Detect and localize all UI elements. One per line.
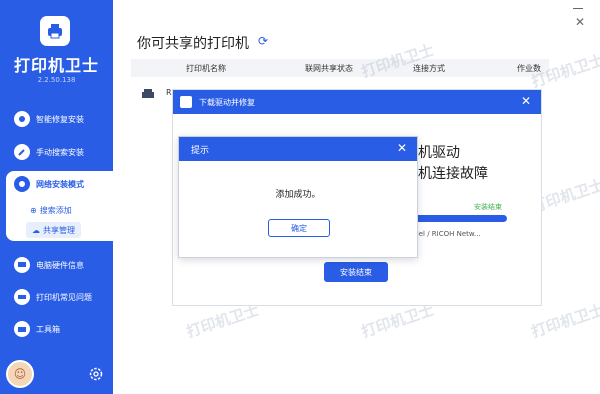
app-version: 2.2.50.138 (37, 76, 76, 84)
app-small-icon (180, 96, 192, 108)
progress-label: 安装结束 (474, 203, 502, 211)
install-dialog-text: 机连接故障 (418, 166, 488, 182)
tool-icon (14, 144, 30, 160)
avatar[interactable]: ☺ (6, 360, 34, 388)
search-icon: ⊕ (30, 205, 37, 215)
app-logo (40, 16, 70, 46)
install-dialog-title: 下载驱动并修复 (199, 97, 255, 107)
sidebar-item-network-install[interactable]: 网络安装模式 (14, 174, 110, 194)
tip-message: 添加成功。 (275, 190, 321, 200)
close-icon[interactable]: ✕ (397, 141, 407, 155)
close-icon[interactable]: ✕ (521, 94, 531, 108)
column-header: 连接方式 (413, 64, 445, 73)
sidebar-subitem-label: 搜索添加 (39, 205, 72, 215)
printer-model-text: odel / RICOH Netw... (410, 230, 481, 238)
sidebar-item-label: 网络安装模式 (36, 179, 84, 189)
finish-button[interactable]: 安装结束 (324, 262, 388, 282)
sidebar-item-manual-search[interactable]: 手动搜索安装 (14, 142, 110, 162)
printer-name-cell: R (166, 88, 172, 97)
app-title: 打印机卫士 (13, 56, 99, 75)
sidebar-item-label: 智能修复安装 (36, 114, 84, 124)
sidebar-item-smart-repair[interactable]: 智能修复安装 (14, 109, 110, 129)
sidebar-item-hardware-info[interactable]: 电脑硬件信息 (14, 255, 110, 275)
printer-icon (14, 289, 30, 305)
wrench-icon (14, 111, 30, 127)
sidebar-item-label: 手动搜索安装 (36, 147, 84, 157)
sidebar-item-toolbox[interactable]: 工具箱 (14, 319, 110, 339)
page-title: 你可共享的打印机 (137, 36, 249, 52)
column-header: 打印机名称 (186, 64, 226, 73)
tip-dialog-header: 提示 ✕ (179, 137, 417, 161)
column-header: 联网共享状态 (305, 64, 353, 73)
table-header: 打印机名称 联网共享状态 连接方式 作业数 (131, 59, 549, 77)
computer-icon (14, 257, 30, 273)
sidebar-subitem-label: 共享管理 (43, 225, 75, 235)
printer-icon (142, 89, 154, 98)
window-close-icon[interactable]: ✕ (575, 16, 585, 28)
printer-logo-icon (48, 24, 62, 39)
install-dialog-text: 机驱动 (418, 145, 460, 161)
ok-button[interactable]: 确定 (268, 219, 330, 237)
sidebar-subitem-search-add[interactable]: ⊕ 搜索添加 (30, 203, 72, 217)
cloud-icon: ☁ (32, 225, 40, 235)
network-icon (14, 176, 30, 192)
refresh-icon[interactable]: ⟳ (258, 34, 268, 48)
install-dialog-header: 下载驱动并修复 ✕ (173, 90, 541, 114)
progress-bar (410, 215, 507, 222)
minimize-icon[interactable] (573, 8, 583, 9)
sidebar-subitem-share-manage[interactable]: ☁ 共享管理 (26, 222, 81, 238)
sidebar: 打印机卫士 2.2.50.138 智能修复安装 手动搜索安装 网络安装模式 ⊕ … (0, 0, 113, 394)
sidebar-item-faq[interactable]: 打印机常见问题 (14, 287, 110, 307)
toolbox-icon (14, 321, 30, 337)
tip-dialog: 提示 ✕ 添加成功。 确定 (178, 136, 418, 258)
sidebar-item-label: 工具箱 (36, 324, 60, 334)
tip-dialog-title: 提示 (191, 145, 210, 156)
column-header: 作业数 (517, 64, 541, 73)
sidebar-item-label: 电脑硬件信息 (36, 260, 84, 270)
gear-icon[interactable] (88, 366, 104, 382)
sidebar-item-label: 打印机常见问题 (36, 292, 92, 302)
